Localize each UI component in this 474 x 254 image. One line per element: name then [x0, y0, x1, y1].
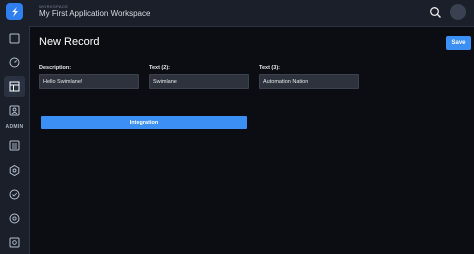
description-field[interactable] [39, 74, 139, 89]
sidebar-item-users[interactable] [8, 104, 21, 117]
sidebar: ADMIN [0, 0, 30, 254]
search-icon [430, 7, 441, 18]
square-icon [9, 33, 20, 44]
description-label: Description: [39, 65, 72, 71]
page-title: New Record [39, 36, 100, 48]
sidebar-item-settings[interactable] [8, 236, 21, 249]
swimlane-logo-icon[interactable] [6, 3, 23, 20]
integration-hex-icon [9, 164, 20, 177]
search-button[interactable] [429, 6, 442, 19]
sidebar-item-square[interactable] [8, 32, 21, 45]
settings-icon [9, 237, 20, 248]
text-3-label: Text (3): [259, 65, 280, 71]
workspace-title[interactable]: My First Application Workspace [39, 9, 150, 18]
list-icon [9, 140, 20, 151]
dashboard-icon [9, 57, 20, 68]
sidebar-section-admin: ADMIN [5, 124, 24, 130]
user-card-icon [9, 105, 20, 116]
logo-mark-icon [11, 6, 18, 17]
record-grid-icon [9, 81, 20, 92]
save-button[interactable]: Save [446, 36, 471, 50]
text-2-label: Text (2): [149, 65, 170, 71]
text-2-field[interactable] [149, 74, 249, 89]
workflow-icon [9, 189, 20, 200]
text-3-field[interactable] [259, 74, 359, 89]
sidebar-item-records[interactable] [4, 76, 25, 97]
sidebar-item-integrations[interactable] [8, 164, 21, 177]
integration-button[interactable]: Integration [41, 116, 247, 129]
sidebar-item-list[interactable] [8, 139, 21, 152]
avatar[interactable] [450, 4, 466, 20]
sidebar-item-dashboard[interactable] [8, 56, 21, 69]
sidebar-item-workflow[interactable] [8, 188, 21, 201]
report-icon [9, 213, 20, 224]
sidebar-item-reports[interactable] [8, 212, 21, 225]
top-header: WORKSPACE My First Application Workspace [29, 0, 474, 27]
